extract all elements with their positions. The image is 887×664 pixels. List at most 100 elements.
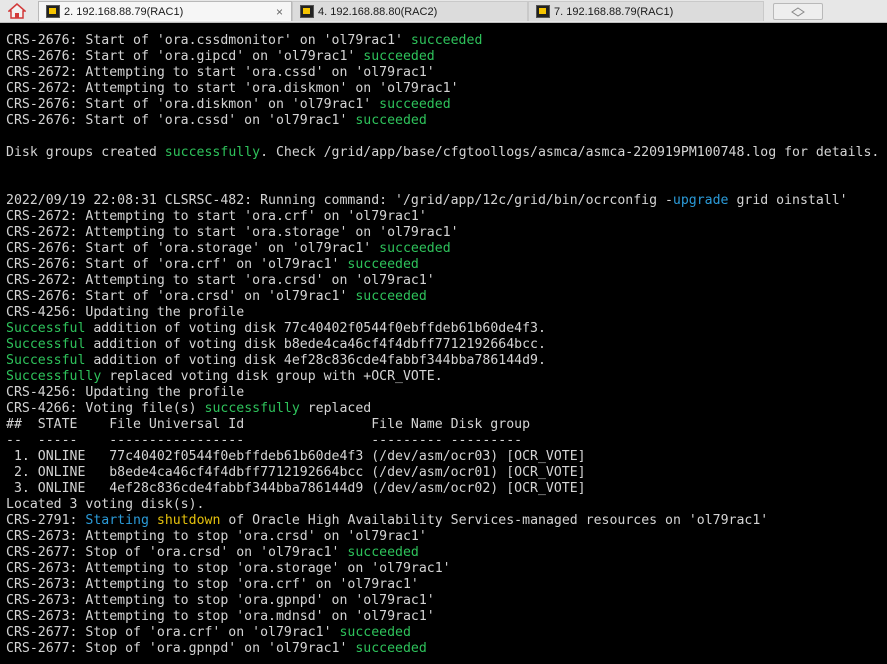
home-icon[interactable] xyxy=(2,1,32,21)
terminal-text: succeeded xyxy=(379,97,451,112)
new-tab-icon xyxy=(791,6,805,17)
terminal-text: succeeded xyxy=(355,289,427,304)
terminal-line: CRS-2673: Attempting to stop 'ora.crf' o… xyxy=(6,577,419,593)
terminal-line: CRS-2676: Start of 'ora.gipcd' on 'ol79r… xyxy=(6,49,435,65)
terminal-icon xyxy=(46,5,60,18)
terminal-text: CRS-2676: Start of 'ora.cssdmonitor' on … xyxy=(6,33,411,48)
terminal-text: 1. ONLINE 77c40402f0544f0ebffdeb61b60de4… xyxy=(6,449,586,464)
terminal-line: ## STATE File Universal Id File Name Dis… xyxy=(6,417,530,433)
terminal-line: CRS-2676: Start of 'ora.storage' on 'ol7… xyxy=(6,241,451,257)
terminal-text: replaced xyxy=(299,401,372,416)
terminal-text: succeeded xyxy=(355,113,427,128)
terminal-text: shutdown xyxy=(156,513,221,528)
tab-rac1-session-7[interactable]: 7. 192.168.88.79(RAC1) xyxy=(528,1,764,21)
terminal-line: CRS-2673: Attempting to stop 'ora.crsd' … xyxy=(6,529,427,545)
terminal-text: ## STATE File Universal Id File Name Dis… xyxy=(6,417,531,432)
terminal-text: CRS-2791: xyxy=(6,513,86,528)
terminal-line: CRS-4256: Updating the profile xyxy=(6,385,244,401)
terminal-line: CRS-2676: Start of 'ora.diskmon' on 'ol7… xyxy=(6,97,451,113)
terminal-text: addition of voting disk 4ef28c836cde4fab… xyxy=(85,353,546,368)
terminal-text: CRS-2677: Stop of 'ora.crf' on 'ol79rac1… xyxy=(6,625,340,640)
tab-label: 4. 192.168.88.80(RAC2) xyxy=(318,5,438,18)
terminal-line: CRS-2676: Start of 'ora.cssd' on 'ol79ra… xyxy=(6,113,427,129)
terminal-text: succeeded xyxy=(410,33,483,48)
terminal-text: . Check /grid/app/base/cfgtoollogs/asmca… xyxy=(260,145,880,160)
terminal-line: CRS-2676: Start of 'ora.crf' on 'ol79rac… xyxy=(6,257,419,273)
terminal-line: Successfully replaced voting disk group … xyxy=(6,369,443,385)
terminal-text: of Oracle High Availability Services-man… xyxy=(220,513,769,528)
terminal-text: CRS-2672: Attempting to start 'ora.crf' … xyxy=(6,209,427,224)
terminal-line: 1. ONLINE 77c40402f0544f0ebffdeb61b60de4… xyxy=(6,449,586,465)
terminal-text: Disk groups created xyxy=(6,145,165,160)
terminal-text: Successfully xyxy=(6,369,102,384)
terminal-text: CRS-2673: Attempting to stop 'ora.storag… xyxy=(6,561,451,576)
terminal-text: CRS-2676: Start of 'ora.crf' on 'ol79rac… xyxy=(6,257,348,272)
terminal-text: CRS-4266: Voting file(s) xyxy=(6,401,205,416)
terminal-text: 3. ONLINE 4ef28c836cde4fabbf344bba786144… xyxy=(6,481,586,496)
terminal-text: succeeded xyxy=(347,257,419,272)
terminal-line: CRS-2791: Starting shutdown of Oracle Hi… xyxy=(6,513,768,529)
terminal-text: Successful xyxy=(6,337,86,352)
terminal-line: Successful addition of voting disk b8ede… xyxy=(6,337,546,353)
terminal-line: 2. ONLINE b8ede4ca46cf4f4dbff7712192664b… xyxy=(6,465,586,481)
terminal-line: Located 3 voting disk(s). xyxy=(6,497,205,513)
tab-rac1-session-2[interactable]: 2. 192.168.88.79(RAC1) × xyxy=(38,1,292,21)
terminal-text: Successful xyxy=(6,353,86,368)
tab-bar: 2. 192.168.88.79(RAC1) × 4. 192.168.88.8… xyxy=(0,0,887,23)
terminal-text: upgrade xyxy=(672,193,729,208)
terminal-text: Located 3 voting disk(s). xyxy=(6,497,205,512)
terminal-line: CRS-2677: Stop of 'ora.crf' on 'ol79rac1… xyxy=(6,625,411,641)
terminal-line: CRS-2672: Attempting to start 'ora.crf' … xyxy=(6,209,427,225)
terminal-text: CRS-2673: Attempting to stop 'ora.mdnsd'… xyxy=(6,609,435,624)
terminal-text: CRS-2676: Start of 'ora.diskmon' on 'ol7… xyxy=(6,97,380,112)
terminal-text: CRS-2673: Attempting to stop 'ora.crf' o… xyxy=(6,577,419,592)
terminal-text: succeeded xyxy=(339,625,411,640)
terminal-line: 2022/09/19 22:08:31 CLSRSC-482: Running … xyxy=(6,193,848,209)
terminal-text: replaced voting disk group with +OCR_VOT… xyxy=(101,369,443,384)
terminal-text: CRS-4256: Updating the profile xyxy=(6,385,245,400)
terminal-text: grid oinstall' xyxy=(728,193,848,208)
terminal-line: CRS-2673: Attempting to stop 'ora.gpnpd'… xyxy=(6,593,435,609)
terminal-output[interactable]: CRS-2676: Start of 'ora.cssdmonitor' on … xyxy=(0,23,887,664)
terminal-text: Starting xyxy=(85,513,149,528)
new-tab-button[interactable] xyxy=(773,3,823,20)
terminal-line: CRS-2676: Start of 'ora.crsd' on 'ol79ra… xyxy=(6,289,427,305)
terminal-text: CRS-2672: Attempting to start 'ora.cssd'… xyxy=(6,65,435,80)
terminal-text: CRS-2677: Stop of 'ora.gpnpd' on 'ol79ra… xyxy=(6,641,356,656)
terminal-line: Successful addition of voting disk 4ef28… xyxy=(6,353,546,369)
terminal-text: CRS-4256: Updating the profile xyxy=(6,305,245,320)
terminal-text: CRS-2672: Attempting to start 'ora.diskm… xyxy=(6,81,459,96)
terminal-line: CRS-2673: Attempting to stop 'ora.mdnsd'… xyxy=(6,609,435,625)
terminal-icon xyxy=(300,5,314,18)
terminal-line: Disk groups created successfully. Check … xyxy=(6,145,879,161)
terminal-text: CRS-2676: Start of 'ora.crsd' on 'ol79ra… xyxy=(6,289,356,304)
terminal-text: successfully xyxy=(164,145,261,160)
terminal-text: CRS-2672: Attempting to start 'ora.stora… xyxy=(6,225,459,240)
terminal-text: CRS-2676: Start of 'ora.gipcd' on 'ol79r… xyxy=(6,49,364,64)
terminal-line: Successful addition of voting disk 77c40… xyxy=(6,321,546,337)
tab-rac2-session-4[interactable]: 4. 192.168.88.80(RAC2) xyxy=(292,1,528,21)
terminal-line: 3. ONLINE 4ef28c836cde4fabbf344bba786144… xyxy=(6,481,586,497)
terminal-text: succeeded xyxy=(347,545,419,560)
terminal-line: CRS-4266: Voting file(s) successfully re… xyxy=(6,401,371,417)
tab-label: 2. 192.168.88.79(RAC1) xyxy=(64,5,184,18)
terminal-text: CRS-2673: Attempting to stop 'ora.crsd' … xyxy=(6,529,427,544)
terminal-text: succeeded xyxy=(355,641,427,656)
terminal-text: CRS-2677: Stop of 'ora.crsd' on 'ol79rac… xyxy=(6,545,348,560)
terminal-icon xyxy=(536,5,550,18)
terminal-line: CRS-2676: Start of 'ora.cssdmonitor' on … xyxy=(6,33,482,49)
terminal-text: CRS-2676: Start of 'ora.cssd' on 'ol79ra… xyxy=(6,113,356,128)
terminal-text: succeeded xyxy=(363,49,435,64)
terminal-text: 2. ONLINE b8ede4ca46cf4f4dbff7712192664b… xyxy=(6,465,586,480)
terminal-text: Successful xyxy=(6,321,86,336)
terminal-line: CRS-2672: Attempting to start 'ora.diskm… xyxy=(6,81,459,97)
terminal-text: successfully xyxy=(204,401,300,416)
close-tab-icon[interactable]: × xyxy=(276,5,283,19)
terminal-text: CRS-2672: Attempting to start 'ora.crsd'… xyxy=(6,273,435,288)
terminal-line: CRS-2673: Attempting to stop 'ora.storag… xyxy=(6,561,451,577)
terminal-text: CRS-2673: Attempting to stop 'ora.gpnpd'… xyxy=(6,593,435,608)
terminal-line: CRS-2672: Attempting to start 'ora.cssd'… xyxy=(6,65,435,81)
terminal-text: succeeded xyxy=(379,241,451,256)
terminal-line: CRS-2677: Stop of 'ora.crsd' on 'ol79rac… xyxy=(6,545,419,561)
